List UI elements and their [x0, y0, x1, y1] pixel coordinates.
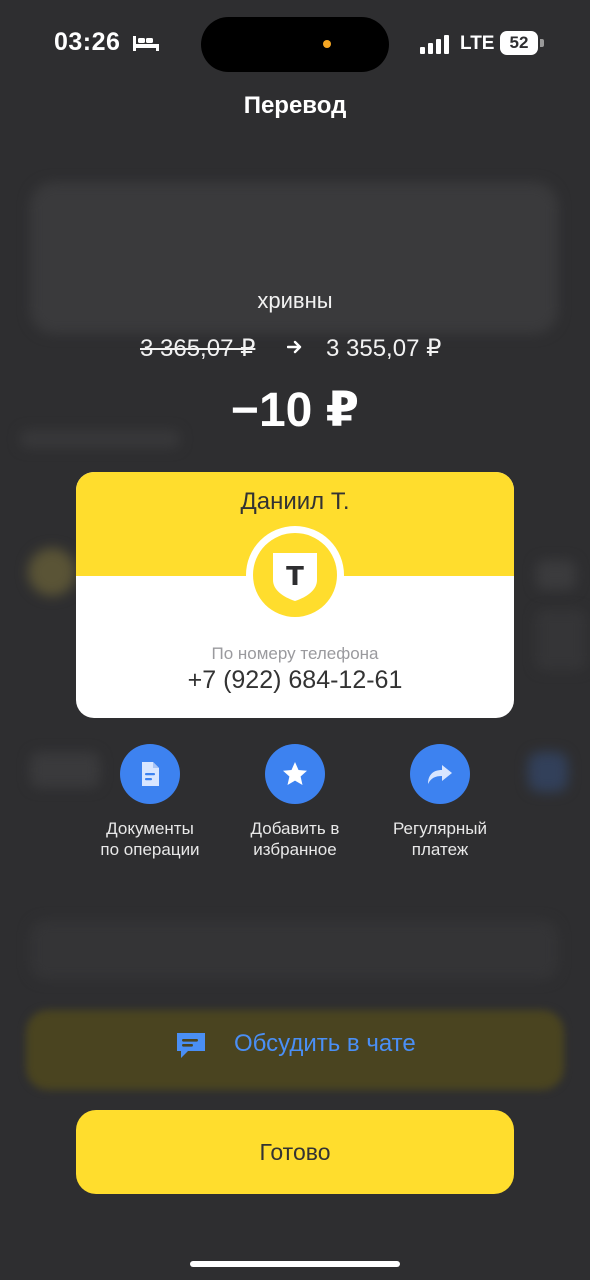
forward-arrow-icon: [428, 765, 452, 784]
chat-button-label[interactable]: Обсудить в чате: [234, 1030, 416, 1058]
bank-logo-icon: T: [273, 553, 317, 601]
balance-after: 3 355,07 ₽: [326, 335, 442, 362]
signal-icon: [420, 35, 449, 54]
dynamic-island: [201, 17, 389, 72]
page-title: Перевод: [243, 92, 347, 119]
background-row: [30, 920, 558, 980]
add-favorite-button[interactable]: Добавить в избранное: [220, 744, 370, 860]
recurring-payment-button[interactable]: Регулярный платеж: [365, 744, 515, 860]
transfer-method: По номеру телефона: [211, 644, 379, 663]
add-favorite-label: Добавить в избранное: [250, 819, 340, 859]
star-icon: [283, 762, 307, 785]
arrow-right-icon: [287, 340, 302, 354]
balance-before: 3 365,07 ₽: [140, 335, 256, 362]
documents-label: Документы по операции: [100, 819, 200, 859]
chat-icon[interactable]: [174, 1030, 208, 1060]
recipient-phone: +7 (922) 684-12-61: [187, 666, 403, 694]
recurring-payment-label: Регулярный платеж: [392, 819, 488, 859]
star-icon-circle[interactable]: [265, 744, 325, 804]
background-row: [528, 752, 568, 792]
status-time: 03:26: [54, 28, 121, 56]
done-button[interactable]: Готово: [76, 1110, 514, 1194]
bed-icon: [133, 36, 159, 51]
battery-tip: [540, 39, 544, 47]
battery-icon: 52: [500, 31, 538, 55]
background-row: [536, 610, 586, 670]
transfer-amount: −10 ₽: [230, 384, 360, 437]
privacy-indicator-dot: [323, 40, 331, 48]
forward-icon-circle[interactable]: [410, 744, 470, 804]
document-icon: [142, 762, 159, 786]
recipient-card: Даниил Т. T По номеру телефона +7 (922) …: [76, 472, 514, 718]
recipient-name: Даниил Т.: [240, 488, 350, 515]
currency-note: хривны: [257, 288, 333, 313]
svg-text:T: T: [286, 562, 304, 592]
documents-button[interactable]: Документы по операции: [75, 744, 225, 860]
network-type: LTE: [460, 33, 495, 54]
document-icon-circle[interactable]: [120, 744, 180, 804]
background-row: [536, 560, 576, 590]
home-indicator[interactable]: [190, 1261, 400, 1267]
background-avatar: [28, 548, 76, 596]
